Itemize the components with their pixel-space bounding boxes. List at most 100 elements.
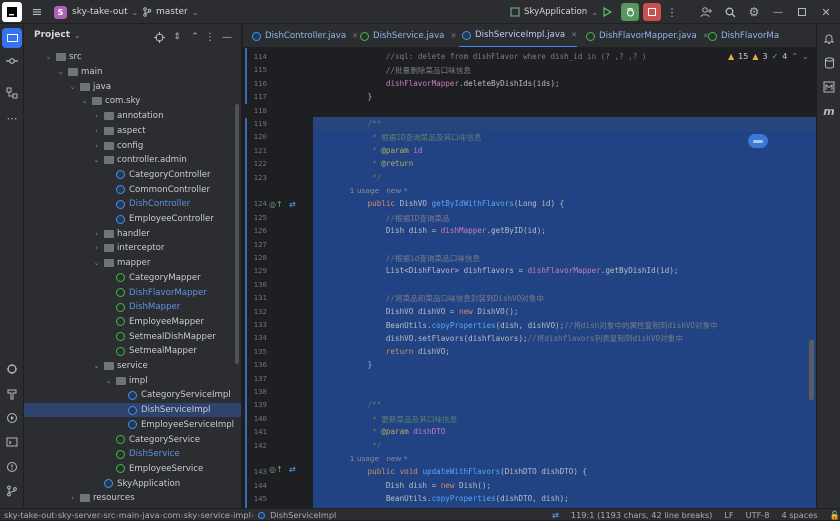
- locate-file-icon[interactable]: [152, 30, 166, 44]
- chevron-right-icon[interactable]: ›: [68, 494, 77, 502]
- tree-item[interactable]: SkyApplication: [24, 476, 241, 491]
- stop-icon[interactable]: [643, 3, 661, 21]
- editor-scrollbar[interactable]: [809, 340, 814, 400]
- caret-position[interactable]: 119:1 (1193 chars, 42 line breaks): [571, 510, 712, 520]
- chevron-right-icon[interactable]: ›: [92, 127, 101, 135]
- branch-selector[interactable]: master ⌄: [142, 4, 198, 20]
- build-tool-icon[interactable]: [3, 385, 21, 403]
- project-selector[interactable]: S sky-take-out ⌄: [54, 4, 138, 20]
- indent-setting[interactable]: 4 spaces: [781, 510, 817, 520]
- git-tool-icon[interactable]: [3, 482, 21, 500]
- more-actions-icon[interactable]: ⋮: [665, 4, 679, 20]
- services-tool-icon[interactable]: [3, 360, 21, 378]
- search-icon[interactable]: [722, 4, 738, 20]
- problems-tool-icon[interactable]: [3, 458, 21, 476]
- breadcrumb-item[interactable]: src: [103, 510, 115, 520]
- tree-item[interactable]: DishFlavorMapper: [24, 285, 241, 300]
- tree-item[interactable]: EmployeeController: [24, 212, 241, 227]
- ai-assistant-icon[interactable]: [748, 134, 768, 148]
- close-tab-icon[interactable]: ✕: [571, 31, 577, 39]
- tree-item[interactable]: DishService: [24, 447, 241, 462]
- run-icon[interactable]: [599, 4, 615, 20]
- run-config-selector[interactable]: SkyApplication ⌄: [510, 4, 598, 20]
- breadcrumb-item[interactable]: sky-server: [58, 510, 100, 520]
- expand-all-icon[interactable]: ⇕: [170, 30, 184, 44]
- terminal-tool-icon[interactable]: [3, 433, 21, 451]
- chevron-down-icon[interactable]: ⌄: [44, 53, 53, 61]
- mapping-gutter-icon[interactable]: ⇄: [289, 200, 296, 209]
- chevron-right-icon[interactable]: ›: [92, 142, 101, 150]
- breadcrumb-item[interactable]: main: [119, 510, 139, 520]
- tree-item[interactable]: › aspect: [24, 124, 241, 139]
- tree-item[interactable]: ⌄ main: [24, 65, 241, 80]
- tree-item[interactable]: EmployeeServiceImpl: [24, 418, 241, 433]
- tab-dishserviceimpl-java[interactable]: DishServiceImpl.java ✕: [459, 24, 578, 47]
- close-tab-icon[interactable]: ✕: [450, 32, 456, 40]
- project-tool-icon[interactable]: [2, 28, 22, 48]
- breadcrumb-item[interactable]: com: [163, 510, 181, 520]
- tree-item[interactable]: SetmealMapper: [24, 344, 241, 359]
- debug-icon[interactable]: [621, 3, 639, 21]
- implements-gutter-icon[interactable]: ◎↑: [269, 465, 283, 474]
- chevron-down-icon[interactable]: ⌄: [92, 156, 101, 164]
- chevron-down-icon[interactable]: ⌄: [92, 259, 101, 267]
- chevron-right-icon[interactable]: ›: [92, 112, 101, 120]
- more-tools-icon[interactable]: ⋯: [3, 109, 21, 127]
- hide-panel-icon[interactable]: —: [220, 30, 234, 44]
- tab-dishcontroller-java[interactable]: DishController.java ✕: [249, 24, 358, 47]
- run-tool-icon[interactable]: [3, 409, 21, 427]
- project-panel-header[interactable]: Project ⌄: [34, 30, 81, 40]
- chevron-down-icon[interactable]: ⌄: [104, 377, 113, 385]
- tree-item[interactable]: › annotation: [24, 109, 241, 124]
- mapping-status-icon[interactable]: ⇄: [552, 510, 559, 520]
- chevron-down-icon[interactable]: ⌄: [56, 68, 65, 76]
- notifications-icon[interactable]: [820, 30, 838, 48]
- tab-dishflavorma[interactable]: DishFlavorMa: [705, 24, 779, 47]
- code-lines[interactable]: //sql: delete from dishFlavor where dish…: [313, 48, 816, 508]
- breadcrumb-item[interactable]: sky-take-out: [4, 510, 55, 520]
- collapse-all-icon[interactable]: ⌃: [188, 30, 202, 44]
- tree-item[interactable]: EmployeeService: [24, 462, 241, 477]
- tree-item[interactable]: DishMapper: [24, 300, 241, 315]
- minimize-icon[interactable]: —: [771, 4, 785, 20]
- main-menu-icon[interactable]: ≡: [28, 2, 46, 22]
- tree-item[interactable]: › interceptor: [24, 241, 241, 256]
- tree-item[interactable]: ⌄ src: [24, 50, 241, 65]
- inspection-widget[interactable]: ▲ 15 ▲ 3 ✓ 4 ⌃ ⌄: [728, 52, 809, 61]
- tree-item[interactable]: ⌄ com.sky: [24, 94, 241, 109]
- commit-tool-icon[interactable]: [3, 52, 21, 70]
- tree-item[interactable]: DishController: [24, 197, 241, 212]
- breadcrumb-item[interactable]: impl: [233, 510, 251, 520]
- tree-item[interactable]: CommonController: [24, 182, 241, 197]
- maven-icon[interactable]: [820, 78, 838, 96]
- add-user-icon[interactable]: [698, 4, 714, 20]
- tree-item[interactable]: › config: [24, 138, 241, 153]
- tree-item[interactable]: ⌄ java: [24, 79, 241, 94]
- chevron-right-icon[interactable]: ›: [92, 244, 101, 252]
- close-icon[interactable]: ✕: [819, 4, 833, 20]
- mybatis-icon[interactable]: m: [820, 102, 838, 120]
- tree-item[interactable]: CategoryController: [24, 168, 241, 183]
- breadcrumb-item[interactable]: DishServiceImpl: [270, 510, 336, 520]
- tree-item[interactable]: CategoryMapper: [24, 271, 241, 286]
- tree-item[interactable]: ⌄ controller.admin: [24, 153, 241, 168]
- breadcrumb-item[interactable]: sky: [184, 510, 198, 520]
- tree-item[interactable]: CategoryServiceImpl: [24, 388, 241, 403]
- tree-scrollbar[interactable]: [235, 104, 239, 364]
- maximize-icon[interactable]: [795, 4, 809, 20]
- chevron-right-icon[interactable]: ›: [92, 230, 101, 238]
- file-encoding[interactable]: UTF-8: [746, 510, 770, 520]
- tree-item[interactable]: ⌄ service: [24, 359, 241, 374]
- structure-tool-icon[interactable]: [3, 84, 21, 102]
- options-icon[interactable]: ⋮: [204, 30, 216, 44]
- tree-item[interactable]: DishServiceImpl: [24, 402, 241, 418]
- implements-gutter-icon[interactable]: ◎↑: [269, 200, 283, 209]
- chevron-down-icon[interactable]: ⌄: [92, 362, 101, 370]
- tree-item[interactable]: ⌄ mapper: [24, 256, 241, 271]
- tab-dishservice-java[interactable]: DishService.java ✕: [357, 24, 456, 47]
- gear-icon[interactable]: ⚙: [746, 4, 762, 20]
- lock-icon[interactable]: 🔓: [830, 510, 840, 521]
- breadcrumb-item[interactable]: service: [201, 510, 230, 520]
- database-icon[interactable]: [820, 54, 838, 72]
- tab-dishflavormapper-java[interactable]: DishFlavorMapper.java ✕: [583, 24, 709, 47]
